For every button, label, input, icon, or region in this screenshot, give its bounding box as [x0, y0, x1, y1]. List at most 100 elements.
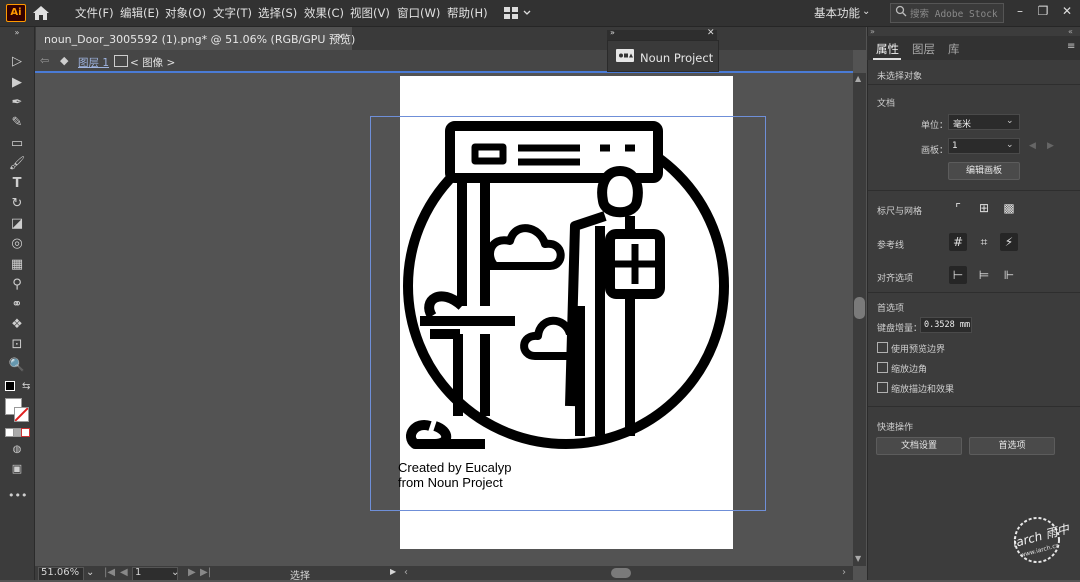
arrange-documents-icon[interactable]: [503, 6, 533, 20]
zoom-level-value[interactable]: 51.06%: [41, 567, 79, 578]
transparency-grid-icon[interactable]: ▩: [1000, 199, 1018, 217]
collapse-toolbar-icon[interactable]: »: [8, 28, 26, 38]
none-mode-icon[interactable]: [21, 428, 30, 437]
scale-strokes-checkbox[interactable]: [877, 382, 888, 393]
back-arrow-icon[interactable]: ⇦: [40, 54, 49, 67]
next-artboard-icon[interactable]: ▶: [1047, 141, 1054, 151]
collapse-panel-icon[interactable]: »: [610, 28, 615, 37]
home-icon[interactable]: [32, 5, 50, 21]
pen-tool-icon[interactable]: ✒: [8, 94, 26, 112]
close-panel-icon[interactable]: ✕: [707, 28, 715, 38]
previous-artboard-icon[interactable]: ◀: [1029, 141, 1036, 151]
breadcrumb-image[interactable]: < 图像 >: [130, 55, 175, 70]
draw-mode-icon[interactable]: ◍: [8, 441, 26, 459]
chevron-down-icon[interactable]: ⌄: [1006, 116, 1014, 126]
document-section-title: 文档: [877, 99, 896, 109]
edit-artboards-button[interactable]: 编辑画板: [948, 162, 1020, 180]
selection-tool-icon[interactable]: ▷: [8, 53, 26, 71]
preferences-button[interactable]: 首选项: [969, 437, 1055, 455]
scroll-left-icon[interactable]: ‹: [404, 567, 408, 578]
screen-mode-icon[interactable]: ▣: [8, 460, 26, 478]
workspace-switcher[interactable]: 基本功能: [814, 5, 860, 21]
menu-type[interactable]: 文字(T): [213, 5, 252, 21]
type-tool-icon[interactable]: T: [8, 175, 26, 193]
blend-tool-icon[interactable]: ⚭: [8, 296, 26, 314]
eraser-tool-icon[interactable]: ◪: [8, 215, 26, 233]
breadcrumb-layer[interactable]: 图层 1: [78, 55, 109, 70]
paintbrush-tool-icon[interactable]: 🖌: [8, 155, 26, 173]
panel-grip[interactable]: [607, 30, 717, 40]
restore-button[interactable]: ❐: [1034, 2, 1052, 20]
horizontal-scroll-thumb[interactable]: [611, 568, 631, 578]
scale-corners-label[interactable]: 缩放边角: [891, 362, 927, 375]
minimize-button[interactable]: –: [1011, 2, 1029, 20]
keyboard-increment-value[interactable]: 0.3528 mm: [924, 320, 970, 330]
tab-libraries[interactable]: 库: [948, 41, 960, 57]
document-tab-label[interactable]: noun_Door_3005592 (1).png* @ 51.06% (RGB…: [44, 31, 355, 47]
grid-icon[interactable]: ⊞: [975, 199, 993, 217]
scale-corners-checkbox[interactable]: [877, 362, 888, 373]
curvature-tool-icon[interactable]: ✎: [8, 114, 26, 132]
selection-bounding-box[interactable]: [370, 116, 766, 511]
noun-project-label[interactable]: Noun Project: [640, 51, 713, 65]
chevron-down-icon[interactable]: ⌄: [1006, 140, 1014, 150]
use-preview-bounds-label[interactable]: 使用预览边界: [891, 342, 945, 355]
first-artboard-icon[interactable]: |◀: [104, 567, 115, 578]
zoom-tool-icon[interactable]: 🔍: [8, 357, 26, 375]
menu-view[interactable]: 视图(V): [350, 5, 390, 21]
vertical-scroll-thumb[interactable]: [854, 297, 865, 319]
menu-object[interactable]: 对象(O): [165, 5, 206, 21]
next-artboard-icon[interactable]: ▶: [188, 567, 196, 578]
menu-file[interactable]: 文件(F): [75, 5, 114, 21]
rulers-icon[interactable]: ⌜: [949, 199, 967, 217]
artboard-tool-icon[interactable]: ⊡: [8, 336, 26, 354]
chevron-down-icon[interactable]: ⌄: [862, 6, 870, 17]
stroke-color-swatch[interactable]: [14, 407, 29, 422]
rectangle-tool-icon[interactable]: ▭: [8, 135, 26, 153]
quick-actions-title: 快速操作: [877, 423, 914, 433]
zoom-dropdown-icon[interactable]: ⌄: [86, 567, 94, 578]
collapse-panels-icon[interactable]: »: [870, 27, 875, 36]
menu-help[interactable]: 帮助(H): [447, 5, 488, 21]
panel-menu-icon[interactable]: ≡: [1067, 41, 1075, 52]
document-setup-button[interactable]: 文档设置: [876, 437, 962, 455]
snap-to-point-icon[interactable]: ⊢: [949, 266, 967, 284]
rotate-tool-icon[interactable]: ↻: [8, 195, 26, 213]
artboard-dropdown-icon[interactable]: ⌄: [171, 567, 179, 578]
tab-properties[interactable]: 属性: [876, 41, 899, 57]
more-tools-icon[interactable]: •••: [8, 487, 27, 505]
smart-guides-icon[interactable]: ⚡: [1000, 233, 1018, 251]
lock-guides-icon[interactable]: ⌗: [975, 233, 993, 251]
show-guides-icon[interactable]: #: [949, 233, 967, 251]
menu-effect[interactable]: 效果(C): [304, 5, 344, 21]
previous-artboard-icon[interactable]: ◀: [120, 567, 128, 578]
swap-colors-icon[interactable]: ⇆: [22, 381, 30, 392]
snap-to-pixel-icon[interactable]: ⊩: [1000, 266, 1018, 284]
menu-window[interactable]: 窗口(W): [397, 5, 440, 21]
scale-strokes-label[interactable]: 缩放描边和效果: [891, 382, 954, 395]
status-menu-icon[interactable]: ▶: [390, 567, 396, 576]
gradient-tool-icon[interactable]: ▦: [8, 256, 26, 274]
scroll-right-icon[interactable]: ›: [842, 567, 846, 578]
artboard-value[interactable]: 1: [952, 141, 958, 151]
scroll-up-icon[interactable]: ▲: [855, 74, 861, 83]
last-artboard-icon[interactable]: ▶|: [200, 567, 211, 578]
menu-edit[interactable]: 编辑(E): [120, 5, 159, 21]
direct-selection-tool-icon[interactable]: ▶: [8, 74, 26, 92]
artboard-number-value[interactable]: 1: [135, 567, 141, 578]
close-tab-icon[interactable]: ×: [336, 30, 345, 43]
symbol-sprayer-tool-icon[interactable]: ❖: [8, 316, 26, 334]
eyedropper-tool-icon[interactable]: ⚲: [8, 276, 26, 294]
expand-panels-icon[interactable]: «: [1068, 27, 1073, 36]
use-preview-bounds-checkbox[interactable]: [877, 342, 888, 353]
snap-to-grid-icon[interactable]: ⊨: [975, 266, 993, 284]
menu-select[interactable]: 选择(S): [258, 5, 297, 21]
scroll-down-icon[interactable]: ▼: [855, 554, 861, 563]
default-colors-icon[interactable]: [5, 381, 15, 391]
units-value[interactable]: 毫米: [953, 117, 971, 130]
divider: [868, 190, 1080, 191]
vertical-scrollbar[interactable]: [853, 73, 866, 566]
tab-layers[interactable]: 图层: [912, 41, 935, 57]
shape-builder-tool-icon[interactable]: ◎: [8, 235, 26, 253]
close-window-button[interactable]: ✕: [1058, 2, 1076, 20]
